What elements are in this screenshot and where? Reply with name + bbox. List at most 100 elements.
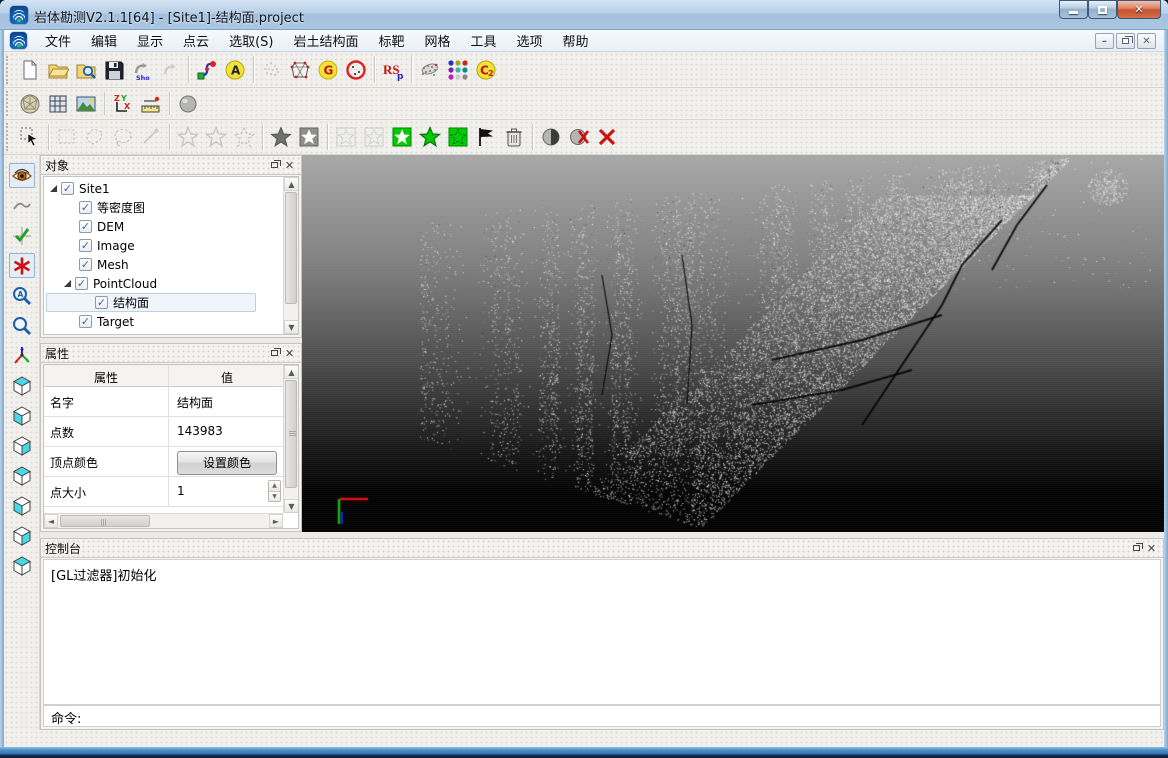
float-panel-icon[interactable] [267,346,282,360]
star-filled-icon[interactable] [267,123,295,151]
menu-rock-structure[interactable]: 岩土结构面 [283,29,368,52]
gray-sphere-icon[interactable] [174,90,202,118]
eye-icon[interactable] [9,163,35,188]
console-log[interactable]: [GL过滤器]初始化 [43,559,1161,705]
grid-table-icon[interactable] [44,90,72,118]
menu-options[interactable]: 选项 [507,29,553,52]
delete-x-icon[interactable] [593,123,621,151]
ruler-point-icon[interactable] [137,90,165,118]
rect-select-icon[interactable] [53,123,81,151]
checkbox-icon[interactable] [79,334,92,335]
expander-icon[interactable] [50,185,57,192]
scroll-up-icon[interactable]: ▲ [284,177,299,191]
sphere-dark-icon[interactable] [537,123,565,151]
star-rect-icon[interactable] [295,123,323,151]
objects-tree-scrollbar[interactable]: ▲ ▼ [283,177,298,334]
close-button[interactable]: ✕ [1117,0,1161,19]
points-cloud-icon[interactable] [258,56,286,84]
view-cube-side2-icon[interactable] [9,523,35,548]
lasso-select-icon[interactable] [109,123,137,151]
scroll-left-icon[interactable]: ◄ [44,514,58,528]
menu-tools[interactable]: 工具 [461,29,507,52]
hook-icon[interactable] [156,56,184,84]
checkbox-icon[interactable]: ✓ [79,258,92,271]
mdi-minimize-button[interactable]: – [1095,33,1114,49]
objects-panel-titlebar[interactable]: 对象 ✕ [41,156,301,175]
open-folder-icon[interactable] [44,56,72,84]
star-dashed-icon[interactable] [230,123,258,151]
close-panel-icon[interactable]: ✕ [282,346,297,360]
checkbox-icon[interactable]: ✓ [75,277,88,290]
toolbar-handle[interactable] [6,91,14,116]
green-star-icon[interactable] [416,123,444,151]
float-panel-icon[interactable] [1129,541,1144,555]
scroll-down-icon[interactable]: ▼ [284,499,299,513]
checkbox-icon[interactable]: ✓ [79,315,92,328]
circle-o-icon[interactable] [342,56,370,84]
check-cross-icon[interactable] [9,223,35,248]
arc-icon[interactable] [9,193,35,218]
pointcloud-viewport[interactable] [302,155,1164,532]
float-panel-icon[interactable] [267,158,282,172]
view-cube-front-icon[interactable] [9,403,35,428]
title-bar[interactable]: 岩体勘测V2.1.1[64] - [Site1]-结构面.project ✕ [0,0,1168,30]
view-cube-top-icon[interactable] [9,373,35,398]
close-panel-icon[interactable]: ✕ [1144,541,1159,555]
mesh-wireframe-icon[interactable] [286,56,314,84]
properties-vscrollbar[interactable]: ▲ ▼ [283,365,298,513]
curve-points-icon[interactable] [193,56,221,84]
zoom-text-icon[interactable]: A [9,283,35,308]
view-cube-top2-icon[interactable] [9,463,35,488]
checkbox-icon[interactable]: ✓ [79,201,92,214]
scroll-right-icon[interactable]: ► [269,514,283,528]
tree-item-partial[interactable] [46,331,282,335]
view-cube-iso-icon[interactable] [9,553,35,578]
rsp-icon[interactable]: RSp [379,56,407,84]
menu-target[interactable]: 标靶 [368,29,414,52]
geodesic-globe-icon[interactable] [16,90,44,118]
expander-icon[interactable] [64,280,71,287]
snapshot-hook-icon[interactable]: Sho [128,56,156,84]
save-icon[interactable] [100,56,128,84]
scrollbar-thumb[interactable] [285,192,297,304]
open-search-icon[interactable] [72,56,100,84]
cluster-disc-icon[interactable] [416,56,444,84]
command-input[interactable]: 命令: [43,705,1161,727]
close-panel-icon[interactable]: ✕ [282,158,297,172]
console-panel-titlebar[interactable]: 控制台 ✕ [41,539,1163,558]
poly-select-icon[interactable] [81,123,109,151]
menu-display[interactable]: 显示 [127,29,173,52]
tree-item-dem[interactable]: ✓ DEM [46,217,282,236]
tree-item-mesh[interactable]: ✓ Mesh [46,255,282,274]
menu-mesh[interactable]: 网格 [415,29,461,52]
checkbox-icon[interactable]: ✓ [95,296,108,309]
set-color-button[interactable]: 设置颜色 [177,451,277,475]
maximize-button[interactable] [1088,0,1117,19]
mdi-restore-button[interactable] [1116,33,1135,49]
point-size-spinner[interactable]: ▲▼ [268,480,281,502]
tree-item-target[interactable]: ✓ Target [46,312,282,331]
minimize-button[interactable] [1059,0,1088,19]
menu-help[interactable]: 帮助 [553,29,599,52]
tree-item-site1[interactable]: ✓ Site1 [46,179,282,198]
menu-file[interactable]: 文件 [35,29,81,52]
properties-hscrollbar[interactable]: ◄ ► [44,513,283,528]
tree-item-structure-plane[interactable]: ✓ 结构面 [46,293,256,312]
green-rect-dashed-icon[interactable] [444,123,472,151]
tree-item-pointcloud[interactable]: ✓ PointCloud [46,274,282,293]
view-cube-front2-icon[interactable] [9,493,35,518]
tree-item-image[interactable]: ✓ Image [46,236,282,255]
zoom-icon[interactable] [9,313,35,338]
green-rect-star-icon[interactable] [388,123,416,151]
menu-edit[interactable]: 编辑 [81,29,127,52]
image-icon[interactable] [72,90,100,118]
scroll-down-icon[interactable]: ▼ [284,320,299,334]
toolbar-handle[interactable] [6,56,14,84]
red-asterisk-icon[interactable] [9,253,35,278]
circle-g-icon[interactable]: G [314,56,342,84]
rgb-axes-icon[interactable] [9,343,35,368]
star-frame-2-icon[interactable] [360,123,388,151]
color-grid-icon[interactable] [444,56,472,84]
tree-item-density-map[interactable]: ✓ 等密度图 [46,198,282,217]
menu-select[interactable]: 选取(S) [219,29,283,52]
